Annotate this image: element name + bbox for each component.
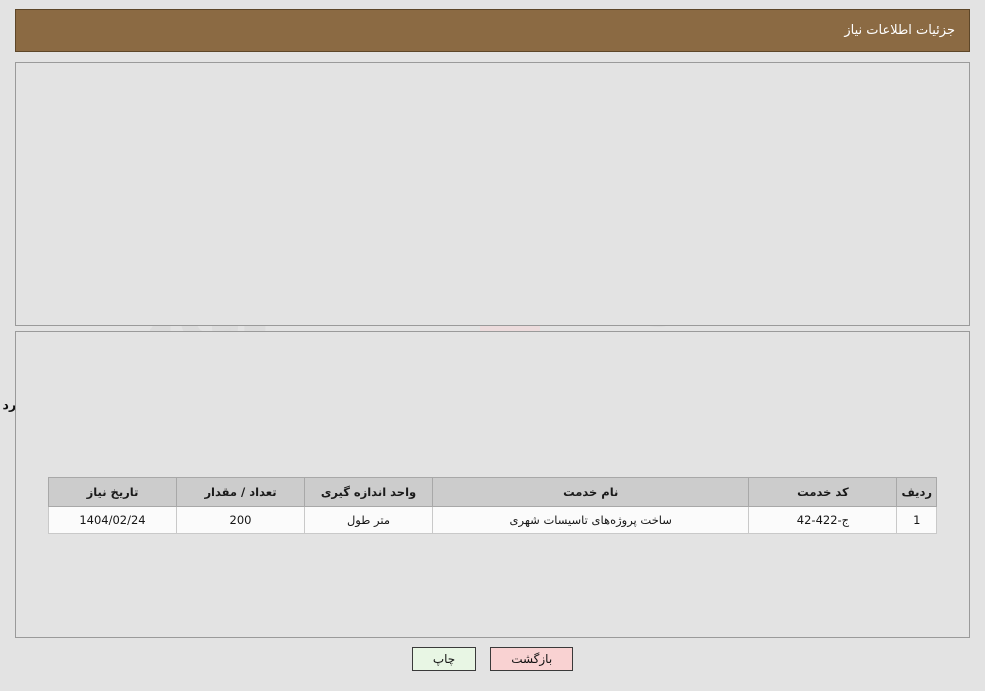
table-row[interactable]: 1 ج-422-42 ساخت پروژه‌های تاسیسات شهری م… <box>48 506 937 534</box>
page-title: جزئیات اطلاعات نیاز <box>844 23 955 38</box>
cell-unit: متر طول <box>304 506 433 534</box>
th-quantity: تعداد / مقدار <box>176 477 305 507</box>
back-button[interactable]: بازگشت <box>490 647 574 671</box>
th-unit: واحد اندازه گیری <box>304 477 433 507</box>
th-need-date: تاریخ نیاز <box>48 477 177 507</box>
cell-service-name: ساخت پروژه‌های تاسیسات شهری <box>431 506 750 534</box>
cell-service-code: ج-422-42 <box>748 506 898 534</box>
th-row: ردیف <box>896 477 937 507</box>
need-info-panel <box>15 62 970 326</box>
action-buttons: بازگشت چاپ <box>0 647 985 671</box>
cell-row: 1 <box>896 506 937 534</box>
services-table: ردیف کد خدمت نام خدمت واحد اندازه گیری ت… <box>48 477 937 534</box>
cell-quantity: 200 <box>176 506 305 534</box>
print-button[interactable]: چاپ <box>411 647 477 671</box>
th-service-code: کد خدمت <box>748 477 898 507</box>
page-header: جزئیات اطلاعات نیاز <box>15 9 970 52</box>
tender-details-page: Tender .net جزئیات اطلاعات نیاز شماره نی… <box>0 0 985 691</box>
table-header-row: ردیف کد خدمت نام خدمت واحد اندازه گیری ت… <box>48 477 937 507</box>
th-service-name: نام خدمت <box>431 477 750 507</box>
cell-need-date: 1404/02/24 <box>48 506 177 534</box>
